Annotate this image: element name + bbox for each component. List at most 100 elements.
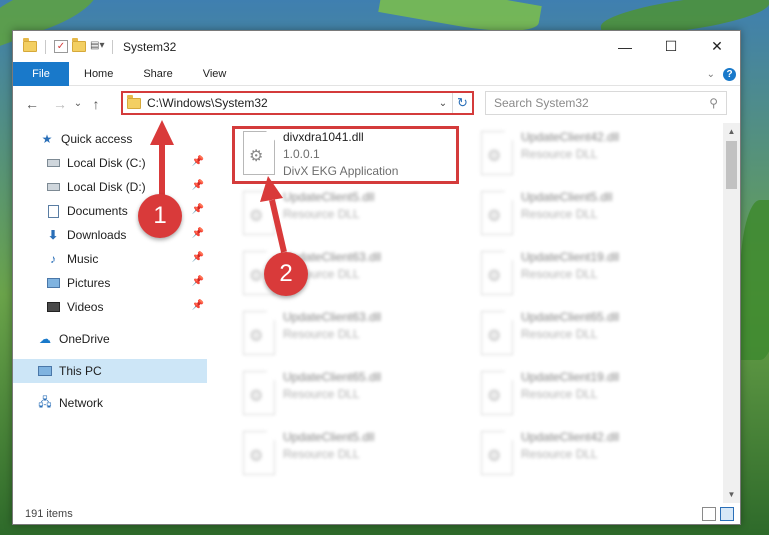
search-icon[interactable]: ⚲ xyxy=(709,96,718,110)
title-bar: ✓ ▤▾ System32 — ☐ ✕ xyxy=(13,31,740,62)
star-icon: ★ xyxy=(41,132,53,146)
view-switcher xyxy=(702,507,734,521)
tab-view[interactable]: View xyxy=(188,62,242,86)
pin-icon[interactable]: 📌 xyxy=(192,204,204,215)
cloud-icon: ☁ xyxy=(39,332,51,346)
sidebar-item-music[interactable]: ♪ Music 📌 xyxy=(13,247,207,271)
scroll-up-icon[interactable]: ▲ xyxy=(723,123,740,140)
sidebar-item-this-pc[interactable]: This PC xyxy=(13,359,207,383)
scroll-down-icon[interactable]: ▼ xyxy=(723,486,740,503)
divider xyxy=(112,39,113,54)
file-description: Resource DLL xyxy=(521,207,598,221)
pin-icon[interactable]: 📌 xyxy=(192,156,204,167)
vertical-scrollbar[interactable]: ▲ ▼ xyxy=(723,123,740,503)
maximize-button[interactable]: ☐ xyxy=(648,31,694,62)
file-item[interactable]: ⚙ UpdateClient42.dll Resource DLL xyxy=(473,125,699,183)
folder-icon xyxy=(23,38,37,52)
ribbon-right: ⌄ ? xyxy=(707,62,736,86)
file-description: Resource DLL xyxy=(521,327,598,341)
sidebar-item-videos[interactable]: Videos 📌 xyxy=(13,295,207,319)
gear-icon: ⚙ xyxy=(249,268,264,285)
background-leaf xyxy=(740,200,769,360)
file-item[interactable]: ⚙ UpdateClient65.dll Resource DLL xyxy=(473,305,699,363)
dll-file-icon: ⚙ xyxy=(481,371,513,415)
file-item[interactable]: ⚙ UpdateClient63.dll Resource DLL xyxy=(235,305,461,363)
refresh-icon[interactable]: ↻ xyxy=(452,93,472,113)
file-name: UpdateClient42.dll xyxy=(521,430,620,444)
back-button[interactable]: ← xyxy=(21,93,43,115)
folder-icon xyxy=(127,94,141,109)
help-icon[interactable]: ? xyxy=(723,67,736,81)
file-item[interactable]: ⚙ UpdateClient65.dll Resource DLL xyxy=(235,365,461,423)
dll-file-icon: ⚙ xyxy=(481,191,513,235)
tab-home[interactable]: Home xyxy=(69,62,128,86)
sidebar-item-label: Pictures xyxy=(67,276,111,290)
file-highlight-box xyxy=(232,126,459,184)
up-button[interactable]: ↑ xyxy=(85,93,107,115)
tab-file[interactable]: File xyxy=(13,61,69,86)
file-description: Resource DLL xyxy=(283,447,360,461)
file-description: Resource DLL xyxy=(521,147,598,161)
sidebar-item-label: Local Disk (C:) xyxy=(67,156,146,170)
file-name: UpdateClient65.dll xyxy=(283,370,382,384)
recent-locations-button[interactable]: ⌄ xyxy=(71,93,85,115)
forward-button[interactable]: → xyxy=(49,93,71,115)
file-name: UpdateClient63.dll xyxy=(283,310,382,324)
address-path[interactable]: C:\Windows\System32 xyxy=(147,96,434,110)
drive-icon xyxy=(45,156,61,170)
navigation-bar: ← → ⌄ ↑ C:\Windows\System32 ⌄ ↻ Search S… xyxy=(13,87,740,120)
file-description: Resource DLL xyxy=(521,447,598,461)
sidebar-item-label: Quick access xyxy=(61,132,133,146)
minimize-button[interactable]: — xyxy=(602,31,648,62)
download-icon: ⬇ xyxy=(47,228,59,242)
large-icons-view-icon[interactable] xyxy=(720,507,734,521)
customize-toolbar-icon[interactable]: ▤▾ xyxy=(90,40,104,53)
sidebar-item-pictures[interactable]: Pictures 📌 xyxy=(13,271,207,295)
file-item[interactable]: ⚙ UpdateClient5.dll Resource DLL xyxy=(473,185,699,243)
sidebar-item-label: Music xyxy=(67,252,99,266)
window-title: System32 xyxy=(123,39,177,54)
new-folder-icon[interactable] xyxy=(72,38,86,52)
pin-icon[interactable]: 📌 xyxy=(192,180,204,191)
address-bar[interactable]: C:\Windows\System32 ⌄ ↻ xyxy=(121,91,474,115)
music-icon: ♪ xyxy=(50,252,56,266)
ribbon-tabs: File Home Share View ⌄ ? xyxy=(13,61,740,86)
properties-check-icon[interactable]: ✓ xyxy=(54,40,68,53)
file-name: UpdateClient19.dll xyxy=(521,370,620,384)
sidebar-item-local-disk-d[interactable]: Local Disk (D:) 📌 xyxy=(13,175,207,199)
file-name: UpdateClient5.dll xyxy=(283,190,375,204)
file-description: Resource DLL xyxy=(521,267,598,281)
file-description: Resource DLL xyxy=(283,387,360,401)
sidebar-item-network[interactable]: 🖧 Network xyxy=(13,391,207,415)
pin-icon[interactable]: 📌 xyxy=(192,300,204,311)
pin-icon[interactable]: 📌 xyxy=(192,276,204,287)
sidebar-item-quick-access[interactable]: ★ Quick access xyxy=(13,127,207,151)
dll-file-icon: ⚙ xyxy=(481,131,513,175)
scrollbar-thumb[interactable] xyxy=(726,141,737,189)
sidebar-item-onedrive[interactable]: ☁ OneDrive xyxy=(13,327,207,351)
navigation-pane: ★ Quick access Local Disk (C:) 📌 Local D… xyxy=(13,123,207,503)
file-item[interactable]: ⚙ UpdateClient19.dll Resource DLL xyxy=(473,245,699,303)
close-button[interactable]: ✕ xyxy=(694,31,740,62)
search-input[interactable]: Search System32 ⚲ xyxy=(485,91,727,115)
file-item[interactable]: ⚙ UpdateClient42.dll Resource DLL xyxy=(473,425,699,483)
file-item[interactable]: ⚙ UpdateClient19.dll Resource DLL xyxy=(473,365,699,423)
pin-icon[interactable]: 📌 xyxy=(192,228,204,239)
file-item[interactable]: ⚙ UpdateClient5.dll Resource DLL xyxy=(235,185,461,243)
file-name: UpdateClient5.dll xyxy=(283,430,375,444)
chevron-down-icon[interactable]: ⌄ xyxy=(434,98,452,109)
file-name: UpdateClient5.dll xyxy=(521,190,613,204)
dll-file-icon: ⚙ xyxy=(243,431,275,475)
file-item[interactable]: ⚙ UpdateClient5.dll Resource DLL xyxy=(235,425,461,483)
pin-icon[interactable]: 📌 xyxy=(192,252,204,263)
sidebar-item-label: This PC xyxy=(59,364,102,378)
expand-ribbon-icon[interactable]: ⌄ xyxy=(707,69,715,80)
status-bar: 191 items xyxy=(13,503,740,525)
details-view-icon[interactable] xyxy=(702,507,716,521)
sidebar-item-local-disk-c[interactable]: Local Disk (C:) 📌 xyxy=(13,151,207,175)
gear-icon: ⚙ xyxy=(249,328,264,345)
tab-share[interactable]: Share xyxy=(128,62,187,86)
sidebar-item-label: Videos xyxy=(67,300,104,314)
dll-file-icon: ⚙ xyxy=(481,431,513,475)
dll-file-icon: ⚙ xyxy=(243,191,275,235)
